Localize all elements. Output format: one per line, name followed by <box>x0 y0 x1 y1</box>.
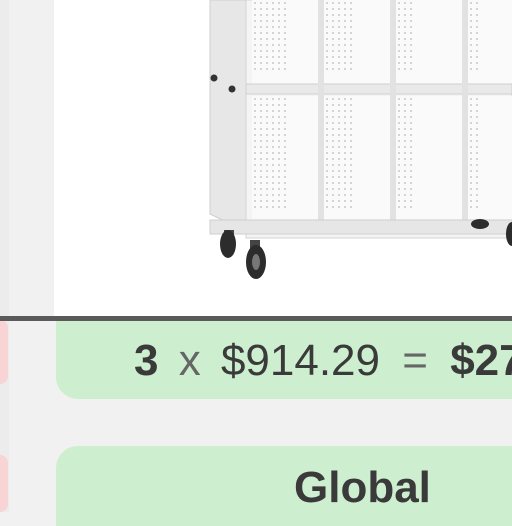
left-rail <box>0 0 9 512</box>
global-section-title: Global <box>294 463 431 512</box>
multiply-sign: x <box>178 336 201 385</box>
product-image <box>54 0 512 318</box>
quantity-value: 3 <box>134 336 159 385</box>
left-rail-indicator <box>0 320 8 384</box>
global-section-card: Global <box>56 446 512 526</box>
gutter <box>9 0 54 512</box>
cubby-cart-illustration <box>209 0 512 279</box>
price-calculation: 3 x $914.29 = $274 <box>134 335 512 387</box>
total-price: $274 <box>450 336 512 385</box>
equals-sign: = <box>402 336 428 385</box>
left-rail-indicator <box>0 455 8 512</box>
price-summary-card: 3 x $914.29 = $274 <box>56 321 512 399</box>
unit-price: $914.29 <box>220 336 381 385</box>
